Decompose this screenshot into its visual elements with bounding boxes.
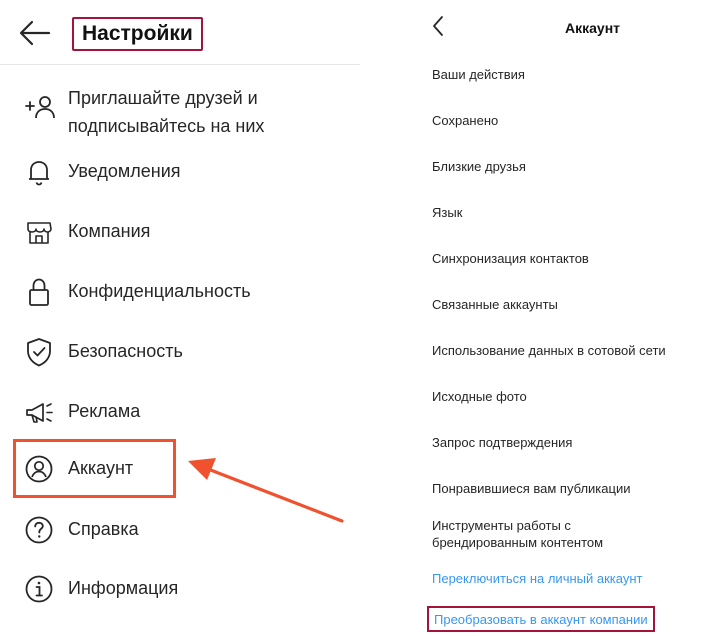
back-arrow-icon[interactable] — [18, 18, 52, 48]
menu-item-info[interactable]: Информация — [0, 567, 360, 611]
convert-business-account-link[interactable]: Преобразовать в аккаунт компании — [427, 606, 655, 632]
account-item-saved[interactable]: Сохранено — [432, 112, 719, 129]
bell-icon — [24, 157, 54, 187]
account-item-close-friends[interactable]: Близкие друзья — [432, 158, 719, 175]
menu-label: Справка — [68, 519, 139, 539]
help-circle-icon — [24, 515, 54, 545]
menu-label: Приглашайте друзей и подписывайтесь на н… — [68, 88, 265, 136]
menu-item-ads[interactable]: Реклама — [0, 390, 360, 434]
account-item-branded-content[interactable]: Инструменты работы с брендированным конт… — [432, 517, 662, 551]
settings-title-box: Настройки — [72, 17, 203, 51]
page-title: Настройки — [82, 22, 193, 45]
switch-personal-account-link[interactable]: Переключиться на личный аккаунт — [432, 570, 719, 587]
megaphone-icon — [24, 397, 54, 427]
convert-business-account-label: Преобразовать в аккаунт компании — [434, 611, 648, 627]
screenshot-stage: Настройки Приглашайте друзей и подписыва… — [0, 0, 719, 636]
account-title: Аккаунт — [565, 20, 621, 36]
menu-item-invite-friends[interactable]: Приглашайте друзей и подписывайтесь на н… — [0, 80, 360, 140]
settings-header: Настройки — [0, 0, 360, 65]
account-panel: Аккаунт Ваши действия Сохранено Близкие … — [420, 0, 719, 636]
account-item-request-verification[interactable]: Запрос подтверждения — [432, 434, 719, 451]
account-item-linked-accounts[interactable]: Связанные аккаунты — [432, 296, 719, 313]
chevron-left-icon[interactable] — [430, 14, 448, 38]
menu-label: Компания — [68, 221, 151, 241]
account-header: Аккаунт — [420, 0, 719, 52]
account-item-cellular-data[interactable]: Использование данных в сотовой сети — [432, 342, 719, 359]
info-circle-icon — [24, 574, 54, 604]
menu-item-security[interactable]: Безопасность — [0, 330, 360, 374]
settings-panel: Настройки Приглашайте друзей и подписыва… — [0, 0, 360, 636]
menu-item-notifications[interactable]: Уведомления — [0, 150, 360, 194]
account-item-original-photos[interactable]: Исходные фото — [432, 388, 719, 405]
account-item-contacts-sync[interactable]: Синхронизация контактов — [432, 250, 719, 267]
account-item-liked-posts[interactable]: Понравившиеся вам публикации — [432, 480, 719, 497]
shop-icon — [24, 217, 54, 247]
account-highlight-box — [13, 439, 176, 498]
shield-check-icon — [24, 336, 54, 367]
lock-icon — [24, 276, 54, 306]
menu-item-help[interactable]: Справка — [0, 508, 360, 552]
menu-label: Конфиденциальность — [68, 281, 251, 301]
menu-label: Безопасность — [68, 341, 183, 361]
menu-item-privacy[interactable]: Конфиденциальность — [0, 270, 360, 314]
menu-label: Уведомления — [68, 161, 181, 181]
account-item-language[interactable]: Язык — [432, 204, 719, 221]
account-item-your-activity[interactable]: Ваши действия — [432, 66, 719, 83]
menu-item-company[interactable]: Компания — [0, 210, 360, 254]
menu-label: Реклама — [68, 401, 141, 421]
menu-label: Информация — [68, 578, 179, 598]
add-person-icon — [24, 92, 55, 122]
